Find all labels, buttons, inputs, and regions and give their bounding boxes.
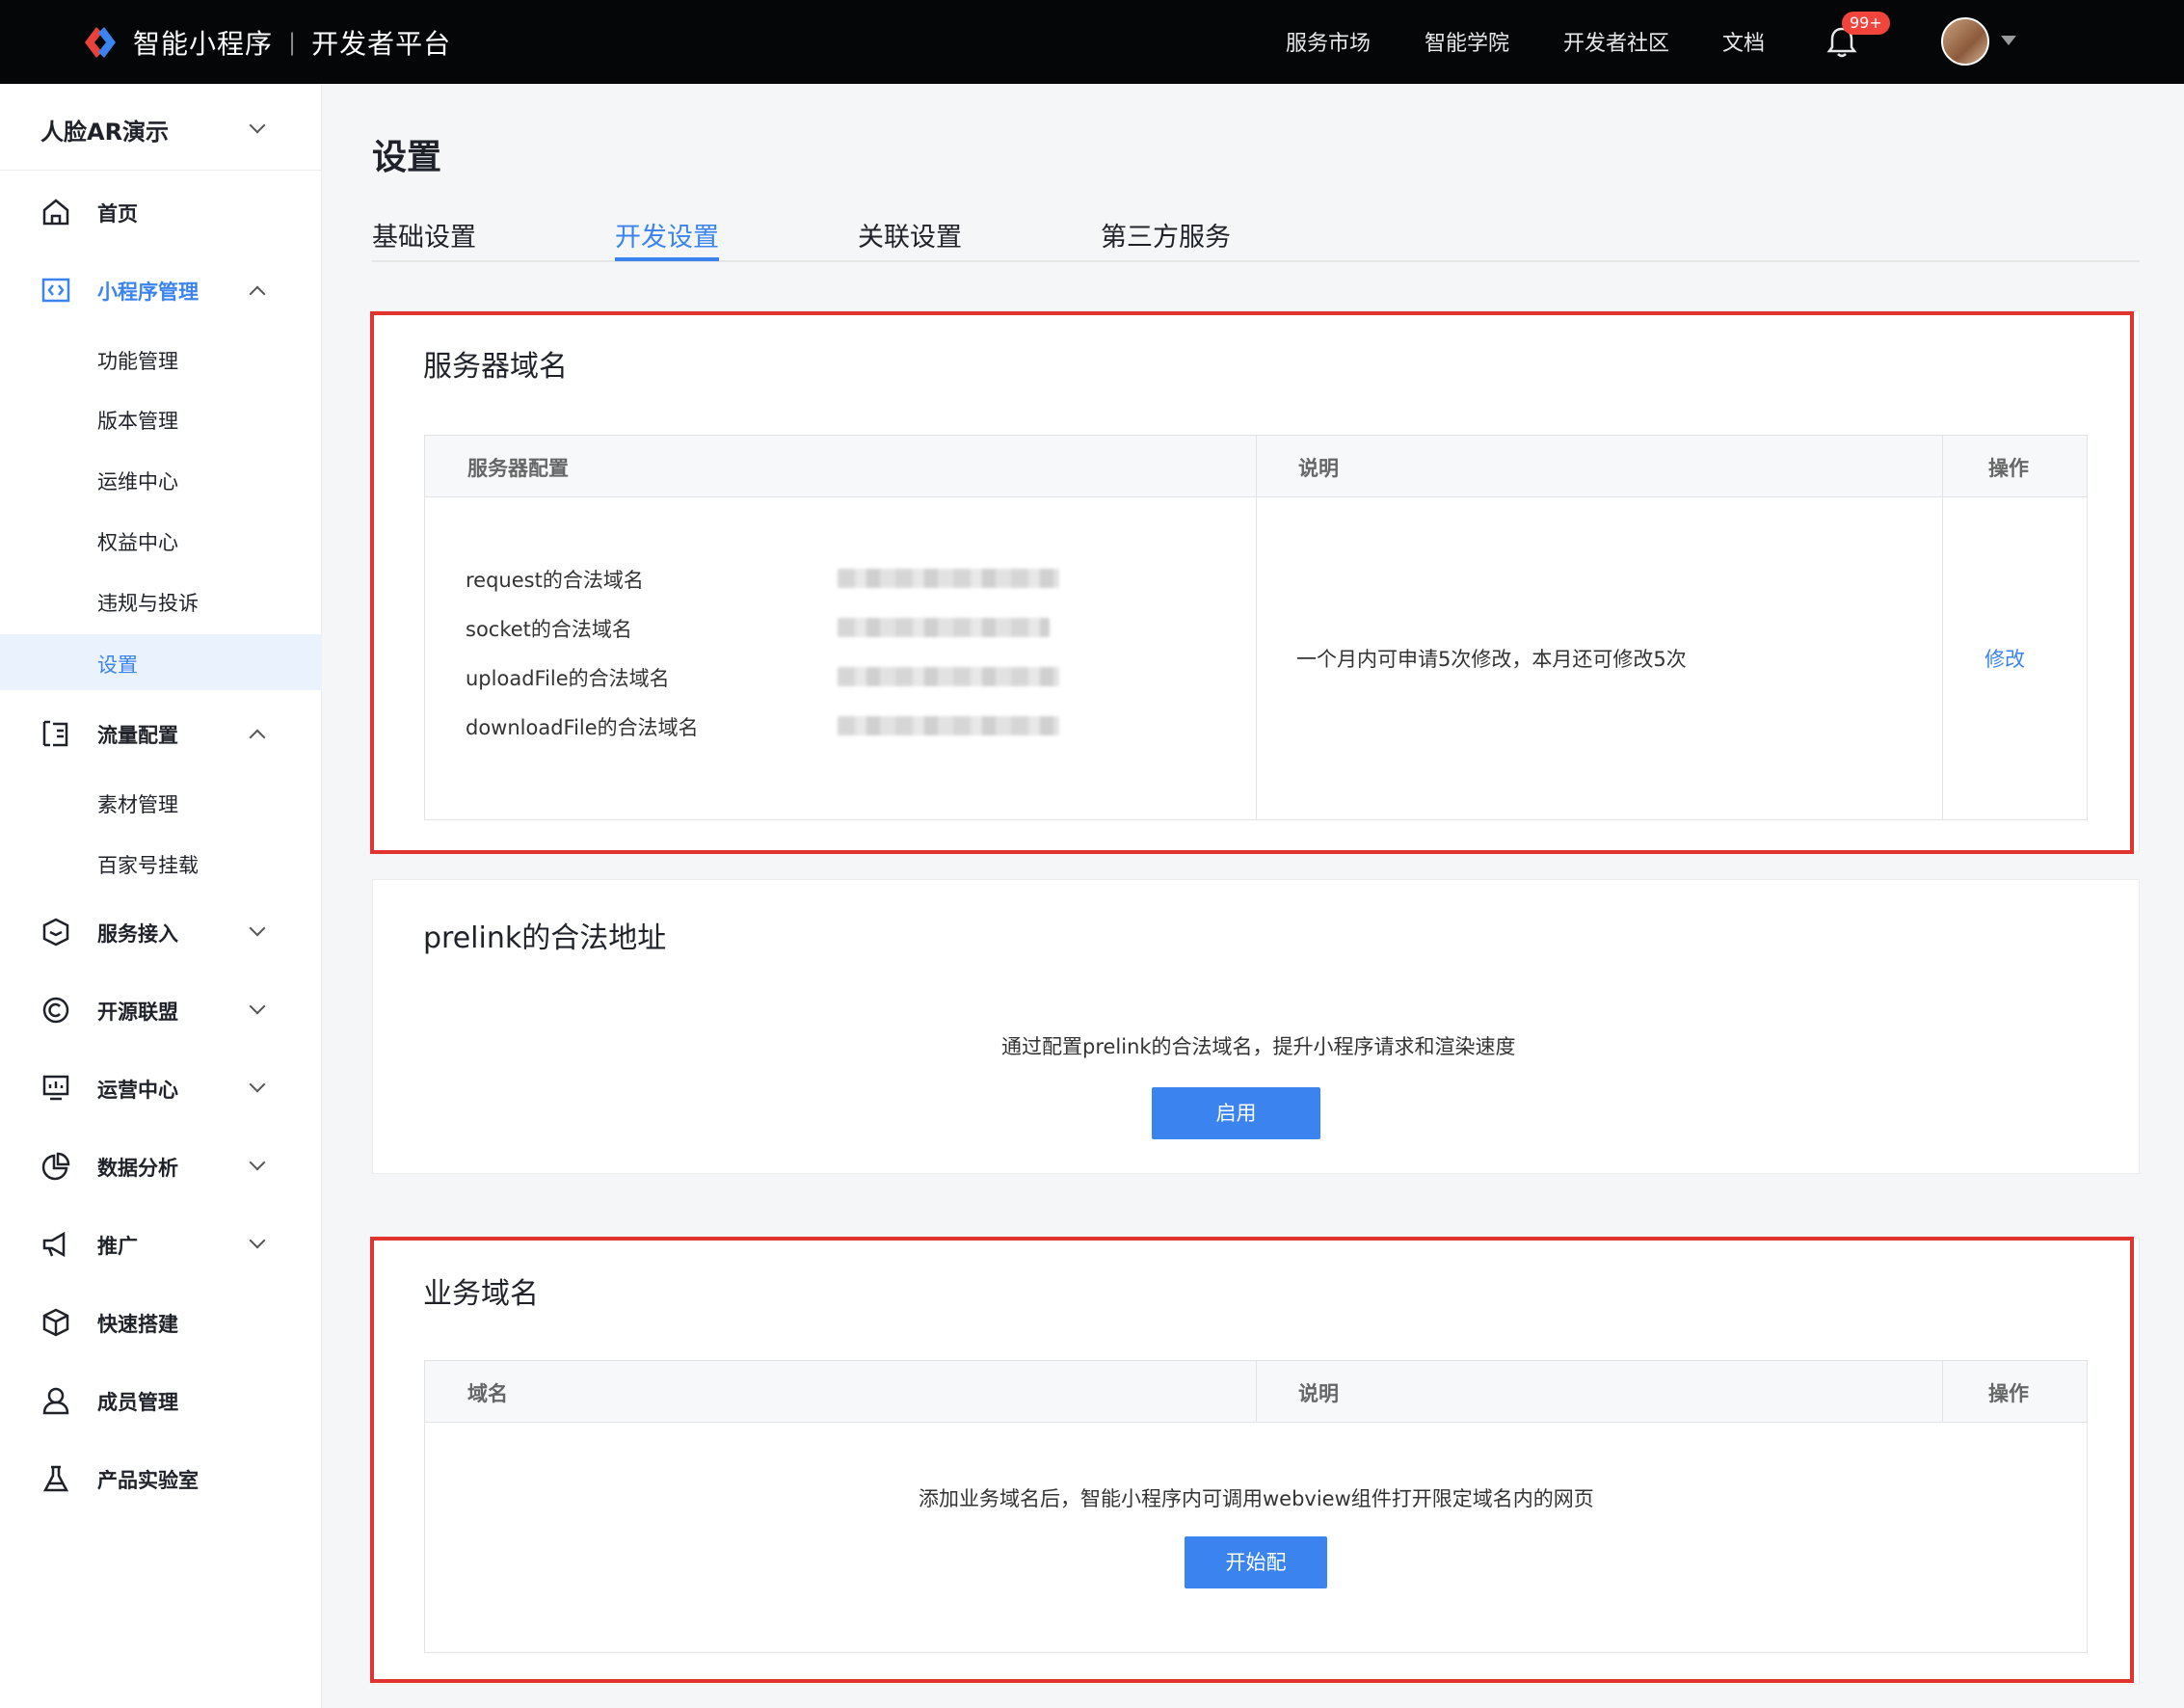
sidebar-item-traffic-config[interactable]: 流量配置: [0, 707, 322, 761]
sidebar-subitem-material-management[interactable]: 素材管理: [0, 774, 322, 830]
sidebar-subitem-feature-management[interactable]: 功能管理: [0, 331, 322, 387]
sidebar-subitem-label: 设置: [97, 654, 138, 677]
megaphone-icon: [42, 1231, 66, 1258]
chevron-down-icon: [249, 117, 266, 134]
nav-docs[interactable]: 文档: [1722, 26, 1765, 57]
chevron-down-icon: [249, 998, 266, 1015]
settings-tabs: 基础设置 开发设置 关联设置 第三方服务: [372, 212, 2140, 262]
nav-developer-community[interactable]: 开发者社区: [1563, 26, 1669, 57]
sidebar-subitem-label: 运维中心: [97, 470, 178, 494]
tab-linked-settings[interactable]: 关联设置: [858, 216, 962, 254]
sidebar-item-home[interactable]: 首页: [0, 185, 322, 239]
sidebar-item-label: 开源联盟: [97, 1001, 178, 1024]
notification-badge: 99+: [1842, 12, 1890, 35]
prelink-description: 通过配置prelink的合法域名，提升小程序请求和渲染速度: [1001, 1035, 1516, 1058]
list-icon: [42, 720, 68, 747]
prelink-card: prelink的合法地址 通过配置prelink的合法域名，提升小程序请求和渲染…: [372, 879, 2140, 1174]
user-icon: [42, 1387, 69, 1415]
brand-logo[interactable]: 智能小程序 | 开发者平台: [81, 23, 451, 62]
swan-logo-icon: [85, 27, 116, 58]
monitor-icon: [42, 1075, 69, 1101]
sidebar-subitem-label: 权益中心: [97, 531, 178, 554]
sidebar-item-label: 运营中心: [97, 1079, 178, 1102]
code-window-icon: [41, 278, 70, 303]
chevron-up-icon: [249, 729, 266, 746]
tab-third-party-services[interactable]: 第三方服务: [1101, 216, 1231, 254]
sidebar: 人脸AR演示 首页 小程序管理 功能管理 版本管理 运维中心 权益中心 违规与投…: [0, 84, 322, 1708]
sidebar-subitem-label: 版本管理: [97, 410, 178, 433]
sidebar-subitem-baijiahao-mount[interactable]: 百家号挂载: [0, 835, 322, 891]
tab-dev-settings[interactable]: 开发设置: [615, 216, 719, 254]
sidebar-item-data-analysis[interactable]: 数据分析: [0, 1139, 322, 1193]
chevron-down-icon: [249, 920, 266, 937]
chevron-down-icon: [249, 1076, 266, 1093]
sidebar-item-open-source[interactable]: 开源联盟: [0, 983, 322, 1037]
chevron-down-icon: [249, 1154, 266, 1171]
box-icon: [42, 918, 69, 947]
sidebar-item-label: 产品实验室: [97, 1469, 199, 1492]
sidebar-item-label: 流量配置: [97, 724, 178, 747]
sidebar-subitem-label: 素材管理: [97, 793, 178, 816]
highlight-box-business-domain: [370, 1237, 2134, 1683]
sidebar-item-label: 推广: [97, 1235, 138, 1258]
pie-icon: [41, 1152, 70, 1181]
highlight-box-server-domain: [370, 311, 2134, 854]
sidebar-item-operations-center[interactable]: 运营中心: [0, 1061, 322, 1115]
sidebar-item-label: 成员管理: [97, 1391, 178, 1414]
page-title: 设置: [372, 138, 442, 177]
sidebar-item-label: 首页: [97, 202, 138, 226]
sidebar-item-member-management[interactable]: 成员管理: [0, 1374, 322, 1428]
sidebar-item-promotion[interactable]: 推广: [0, 1217, 322, 1271]
brand-name: 智能小程序: [133, 28, 274, 60]
nav-smart-academy[interactable]: 智能学院: [1425, 26, 1509, 57]
app-name: 人脸AR演示: [40, 119, 170, 146]
sidebar-subitem-version-management[interactable]: 版本管理: [0, 390, 322, 446]
sidebar-subitem-label: 百家号挂载: [97, 854, 199, 877]
tab-basic-settings[interactable]: 基础设置: [372, 216, 476, 254]
sidebar-subitem-ops-center[interactable]: 运维中心: [0, 451, 322, 507]
sidebar-item-miniprogram-management[interactable]: 小程序管理: [0, 263, 322, 317]
sidebar-item-label: 小程序管理: [97, 280, 199, 304]
nav-service-market[interactable]: 服务市场: [1286, 26, 1371, 57]
prelink-title: prelink的合法地址: [423, 921, 667, 955]
platform-name: 开发者平台: [311, 28, 452, 60]
sidebar-subitem-settings[interactable]: 设置: [0, 634, 322, 690]
sidebar-item-label: 快速搭建: [97, 1313, 178, 1336]
sidebar-subitem-label: 功能管理: [97, 350, 178, 373]
caret-down-icon[interactable]: [2001, 36, 2016, 45]
top-bar: 智能小程序 | 开发者平台 服务市场 智能学院 开发者社区 文档 99+: [0, 0, 2184, 84]
sidebar-item-service-access[interactable]: 服务接入: [0, 905, 322, 959]
sidebar-item-quick-build[interactable]: 快速搭建: [0, 1295, 322, 1349]
sidebar-subitem-label: 违规与投诉: [97, 592, 199, 615]
sidebar-item-product-lab[interactable]: 产品实验室: [0, 1452, 322, 1506]
app-selector[interactable]: 人脸AR演示: [0, 84, 322, 171]
sidebar-item-label: 服务接入: [97, 922, 178, 946]
chevron-down-icon: [249, 1232, 266, 1249]
sidebar-item-label: 数据分析: [97, 1157, 178, 1180]
sidebar-subitem-rights-center[interactable]: 权益中心: [0, 512, 322, 568]
circle-c-icon: [42, 997, 69, 1024]
user-avatar[interactable]: [1941, 17, 1989, 66]
cube-icon: [42, 1308, 69, 1337]
flask-icon: [42, 1465, 69, 1492]
home-icon: [42, 199, 69, 226]
chevron-up-icon: [249, 285, 266, 303]
brand-separator: |: [288, 29, 297, 56]
sidebar-subitem-violations[interactable]: 违规与投诉: [0, 573, 322, 628]
enable-prelink-button[interactable]: 启用: [1152, 1087, 1320, 1139]
active-tab-indicator: [615, 257, 719, 261]
